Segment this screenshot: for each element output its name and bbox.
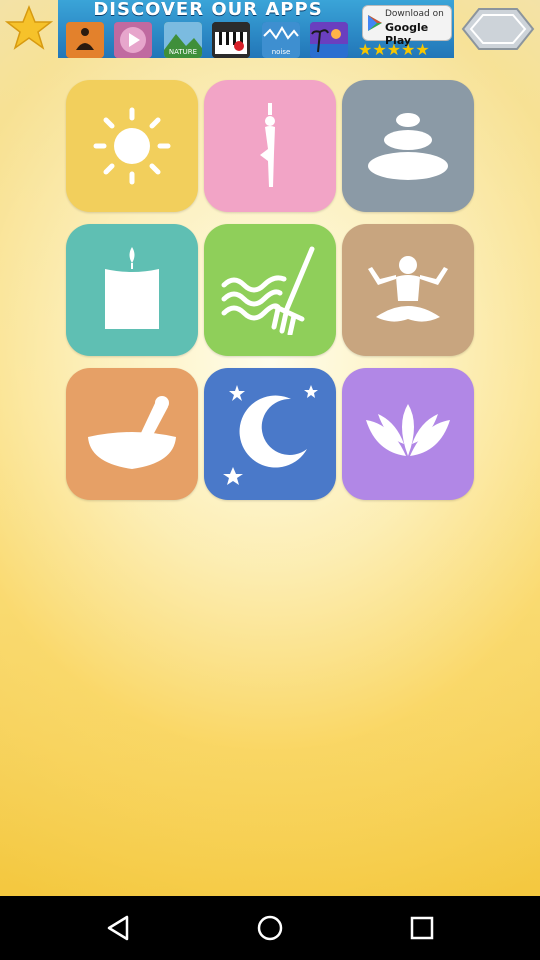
promo-app-thumb bbox=[310, 22, 348, 58]
tile-yoga-tree-pose[interactable] bbox=[204, 80, 336, 212]
promo-app-label: NATURE bbox=[168, 48, 198, 56]
tile-candle[interactable] bbox=[66, 224, 198, 356]
moon-stars-icon bbox=[223, 385, 318, 485]
promo-app-thumb bbox=[114, 22, 152, 58]
back-icon bbox=[107, 915, 129, 941]
double-chevron-icon bbox=[461, 8, 535, 50]
tile-sun[interactable] bbox=[66, 80, 198, 212]
banner-title: DISCOVER OUR APPS bbox=[93, 0, 323, 20]
recents-button[interactable] bbox=[392, 908, 452, 948]
play-store-icon bbox=[368, 15, 382, 31]
tile-moon-stars[interactable] bbox=[204, 368, 336, 500]
promo-app-label: noise bbox=[271, 48, 291, 56]
favorite-button[interactable] bbox=[4, 2, 54, 54]
home-icon bbox=[257, 915, 283, 941]
rating-stars: ★★★★★ bbox=[358, 40, 430, 58]
promo-app-thumb: NATURE bbox=[164, 22, 202, 58]
yoga-tree-pose-icon bbox=[260, 103, 275, 187]
sun-icon bbox=[93, 107, 171, 185]
beach-thumb-icon bbox=[310, 22, 348, 58]
mortar-pestle-icon bbox=[88, 396, 176, 469]
tile-stacked-stones[interactable] bbox=[342, 80, 474, 212]
home-button[interactable] bbox=[240, 908, 300, 948]
apps-promo-banner[interactable]: DISCOVER OUR APPS NATURE noise Download … bbox=[58, 0, 454, 58]
promo-app-thumb: noise bbox=[262, 22, 300, 58]
candle-icon bbox=[105, 247, 159, 329]
google-play-badge[interactable]: Download on Google Play bbox=[362, 5, 452, 47]
sound-grid bbox=[66, 80, 474, 500]
meditation-pose-icon bbox=[368, 256, 448, 322]
next-button[interactable] bbox=[458, 2, 538, 56]
lotus-icon bbox=[366, 404, 450, 456]
stacked-stones-icon bbox=[368, 113, 448, 180]
promo-app-thumb bbox=[66, 22, 104, 58]
play-thumb-icon bbox=[114, 22, 152, 58]
recents-icon bbox=[410, 916, 434, 940]
store-line1: Download on bbox=[385, 9, 444, 19]
back-button[interactable] bbox=[88, 908, 148, 948]
meditation-thumb-icon bbox=[66, 22, 104, 58]
star-icon bbox=[5, 4, 53, 50]
tile-zen-garden-rake[interactable] bbox=[204, 224, 336, 356]
tile-mortar-pestle[interactable] bbox=[66, 368, 198, 500]
tile-meditation-pose[interactable] bbox=[342, 224, 474, 356]
zen-rake-icon bbox=[221, 246, 315, 335]
system-navigation-bar bbox=[0, 896, 540, 960]
tile-lotus[interactable] bbox=[342, 368, 474, 500]
top-bar: DISCOVER OUR APPS NATURE noise Download … bbox=[0, 0, 540, 60]
piano-thumb-icon bbox=[212, 22, 250, 58]
promo-app-thumb bbox=[212, 22, 250, 58]
